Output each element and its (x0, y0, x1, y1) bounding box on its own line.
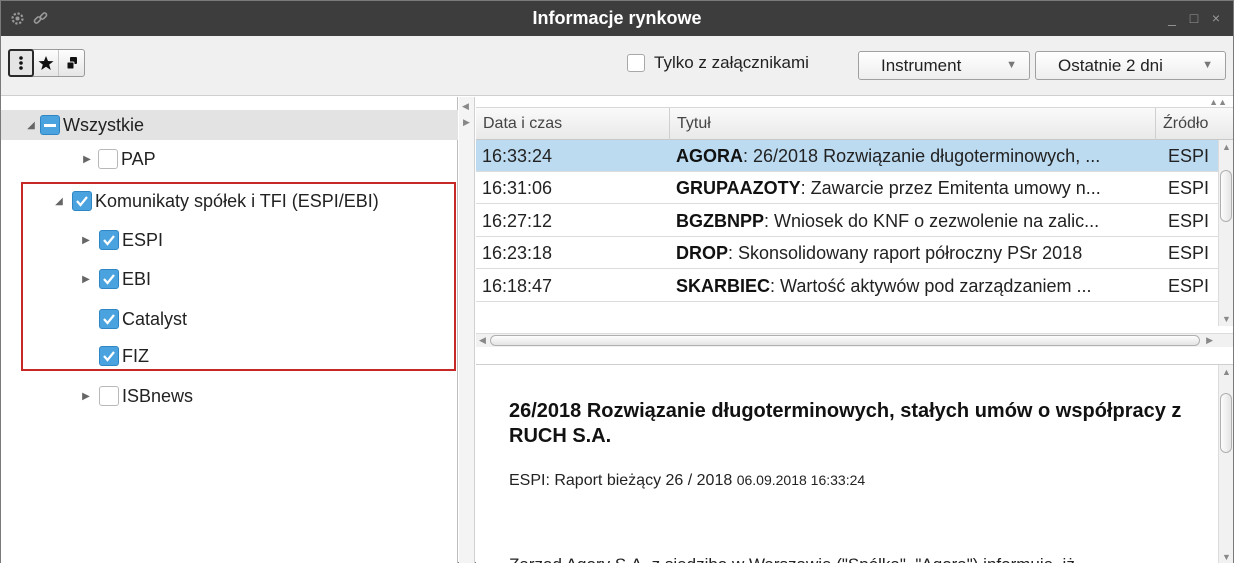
table-row[interactable]: 16:23:18 DROP: Skonsolidowany raport pół… (476, 237, 1218, 269)
tree-item-label: ISBnews (122, 385, 194, 406)
list-view-icon (19, 56, 23, 70)
row-title-text: : Zawarcie przez Emitenta umowy n... (800, 178, 1101, 198)
column-header-title[interactable]: Tytuł (670, 108, 1156, 140)
row-title: GRUPAAZOTY: Zawarcie przez Emitenta umow… (676, 172, 1213, 204)
group-button[interactable] (59, 50, 84, 76)
chevron-down-icon: ▼ (1202, 59, 1213, 71)
collapse-triangle-icon[interactable]: ▶ (73, 391, 99, 402)
table-vertical-scrollbar[interactable]: ▲ ▼ (1218, 140, 1233, 326)
news-meta: ESPI: Raport bieżący 26 / 2018 06.09.201… (509, 472, 865, 490)
news-body: Zarząd Agory S.A. z siedzibą w Warszawie… (509, 555, 1075, 563)
attachments-filter[interactable]: Tylko z załącznikami (627, 53, 809, 73)
table-row[interactable]: 16:18:47 SKARBIEC: Wartość aktywów pod z… (476, 270, 1218, 302)
expand-triangle-icon[interactable]: ◢ (22, 120, 40, 131)
tree-checkbox-all[interactable] (40, 115, 60, 135)
tree-item-pap[interactable]: ▶ PAP (76, 144, 156, 174)
toolbar: Tylko z załącznikami Instrument ▼ Ostatn… (1, 36, 1233, 96)
news-datetime: 06.09.2018 16:33:24 (736, 472, 866, 488)
list-view-button[interactable] (8, 49, 34, 77)
row-company: SKARBIEC (676, 276, 771, 296)
row-time: 16:27:12 (482, 211, 553, 231)
chevron-down-icon: ▼ (1006, 59, 1017, 71)
collapse-left-icon[interactable]: ◀ (462, 101, 469, 112)
row-source: ESPI (1168, 211, 1210, 231)
scroll-thumb[interactable] (1220, 393, 1232, 453)
row-company: AGORA (676, 146, 743, 166)
news-detail-panel: 26/2018 Rozwiązanie długoterminowych, st… (476, 364, 1233, 563)
scroll-left-icon[interactable]: ◀ (479, 335, 486, 346)
row-title: SKARBIEC: Wartość aktywów pod zarządzani… (676, 270, 1213, 302)
row-time: 16:33:24 (482, 146, 553, 166)
news-headline: 26/2018 Rozwiązanie długoterminowych, st… (509, 400, 1182, 447)
row-title-text: : Wartość aktywów pod zarządzaniem ... (770, 276, 1092, 296)
market-info-window: Informacje rynkowe _ □ × Tylko z załączn… (0, 0, 1234, 563)
instrument-dropdown[interactable]: Instrument ▼ (858, 51, 1030, 80)
maximize-button[interactable]: □ (1185, 9, 1203, 27)
row-title: DROP: Skonsolidowany raport półroczny PS… (676, 237, 1213, 269)
row-source: ESPI (1168, 146, 1210, 166)
favorites-button[interactable] (34, 50, 59, 76)
instrument-dropdown-label: Instrument (881, 56, 962, 75)
row-company: GRUPAAZOTY (676, 178, 801, 198)
window-title: Informacje rynkowe (532, 8, 702, 28)
column-header-source[interactable]: Źródło (1156, 108, 1233, 140)
row-time: 16:31:06 (482, 178, 553, 198)
minimize-button[interactable]: _ (1163, 9, 1181, 27)
highlight-frame (21, 182, 456, 371)
collapse-triangle-icon[interactable]: ▶ (76, 154, 98, 165)
tree-item-all[interactable]: ◢ Wszystkie (1, 110, 458, 140)
scroll-right-icon[interactable]: ▶ (1206, 335, 1213, 346)
row-company: BGZBNPP (676, 211, 765, 231)
detail-vertical-scrollbar[interactable]: ▲ ▼ (1218, 365, 1233, 563)
attachments-checkbox[interactable] (627, 54, 645, 72)
row-title-text: : Skonsolidowany raport półroczny PSr 20… (728, 243, 1083, 263)
tree-item-label: PAP (121, 148, 156, 169)
row-title: BGZBNPP: Wniosek do KNF o zezwolenie na … (676, 205, 1213, 237)
table-row[interactable]: 16:33:24 AGORA: 26/2018 Rozwiązanie dług… (476, 140, 1218, 172)
row-title: AGORA: 26/2018 Rozwiązanie długoterminow… (676, 140, 1213, 172)
column-header-datetime[interactable]: Data i czas (476, 108, 670, 140)
scroll-up-icon[interactable]: ▲ (1222, 367, 1231, 377)
news-table: ▲▲ Data i czas Tytuł Źródło 16:33:24 AGO… (476, 97, 1233, 347)
tree-item-isbnews[interactable]: ▶ ISBnews (73, 381, 193, 411)
row-source: ESPI (1168, 178, 1210, 198)
scroll-thumb[interactable] (490, 335, 1200, 346)
attachments-label: Tylko z załącznikami (654, 53, 809, 72)
view-mode-segment (8, 49, 85, 77)
row-source: ESPI (1168, 276, 1210, 296)
title-bar[interactable]: Informacje rynkowe _ □ × (1, 1, 1233, 36)
table-header: Data i czas Tytuł Źródło (476, 107, 1233, 140)
scroll-thumb[interactable] (1220, 170, 1232, 222)
table-horizontal-scrollbar[interactable]: ◀ ▶ (476, 333, 1233, 347)
scroll-down-icon[interactable]: ▼ (1222, 314, 1231, 324)
group-icon (66, 57, 77, 70)
row-source: ESPI (1168, 243, 1210, 263)
tree-item-label: Wszystkie (63, 114, 144, 135)
table-row[interactable]: 16:31:06 GRUPAAZOTY: Zawarcie przez Emit… (476, 172, 1218, 204)
collapse-up-icon[interactable]: ▲▲ (1209, 97, 1227, 107)
close-button[interactable]: × (1207, 9, 1225, 27)
pane-splitter[interactable]: ◀ ▶ (459, 97, 475, 563)
row-title-text: : Wniosek do KNF o zezwolenie na zalic..… (764, 211, 1100, 231)
row-time: 16:23:18 (482, 243, 553, 263)
source-tree-panel: ◢ Wszystkie ▶ PAP ◢ Komunikaty spółek i … (1, 97, 458, 563)
favorites-star-icon (38, 56, 54, 70)
scroll-down-icon[interactable]: ▼ (1222, 552, 1231, 562)
row-time: 16:18:47 (482, 276, 553, 296)
news-report-type: ESPI: Raport bieżący 26 / 2018 (509, 472, 733, 489)
row-title-text: : 26/2018 Rozwiązanie długoterminowych, … (743, 146, 1101, 166)
tree-checkbox-isbnews[interactable] (99, 386, 119, 406)
expand-right-icon[interactable]: ▶ (463, 117, 470, 128)
table-row[interactable]: 16:27:12 BGZBNPP: Wniosek do KNF o zezwo… (476, 205, 1218, 237)
period-dropdown[interactable]: Ostatnie 2 dni ▼ (1035, 51, 1226, 80)
tree-checkbox-pap[interactable] (98, 149, 118, 169)
scroll-up-icon[interactable]: ▲ (1222, 142, 1231, 152)
period-dropdown-label: Ostatnie 2 dni (1058, 56, 1163, 75)
row-company: DROP (676, 243, 729, 263)
